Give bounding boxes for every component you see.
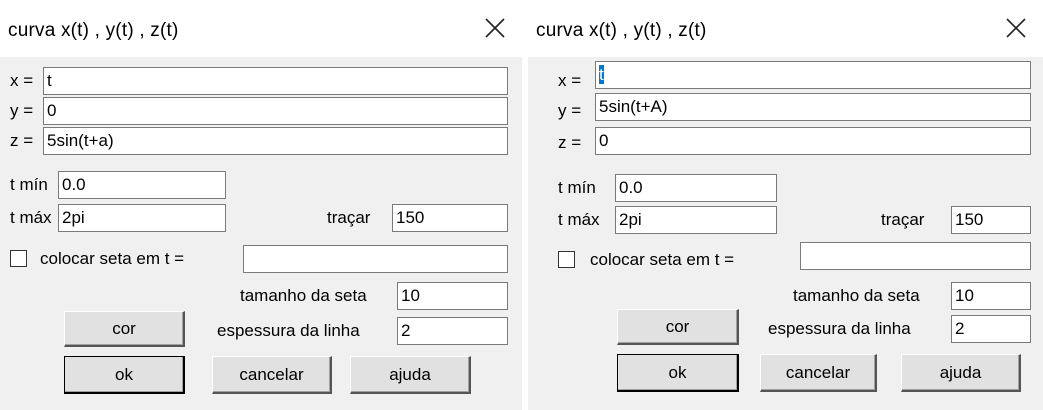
seta-t-input[interactable] xyxy=(800,242,1031,270)
tmax-label: t máx xyxy=(558,210,600,229)
espessura-label: espessura da linha xyxy=(768,319,911,338)
ok-button[interactable]: ok xyxy=(64,356,185,394)
dialog-body: x = t y = z = t mín t máx traçar colocar… xyxy=(528,57,1043,410)
cancelar-button[interactable]: cancelar xyxy=(760,354,877,392)
tamanho-input[interactable] xyxy=(397,282,508,310)
espessura-label: espessura da linha xyxy=(217,321,360,340)
cancelar-button[interactable]: cancelar xyxy=(212,356,332,394)
z-label: z = xyxy=(558,133,582,152)
tracar-input[interactable] xyxy=(951,206,1031,234)
tamanho-label: tamanho da seta xyxy=(793,286,920,305)
seta-checkbox[interactable] xyxy=(558,251,575,268)
tracar-input[interactable] xyxy=(392,204,508,232)
x-input[interactable]: t xyxy=(595,61,1031,89)
x-label: x = xyxy=(558,71,582,90)
y-input[interactable] xyxy=(595,93,1031,121)
close-icon[interactable] xyxy=(484,17,506,39)
x-label: x = xyxy=(10,71,34,90)
z-label: z = xyxy=(10,131,34,150)
y-label: y = xyxy=(558,101,582,120)
y-label: y = xyxy=(10,101,34,120)
tamanho-label: tamanho da seta xyxy=(240,286,367,305)
espessura-input[interactable] xyxy=(397,317,508,345)
close-icon[interactable] xyxy=(1005,17,1027,39)
ajuda-button[interactable]: ajuda xyxy=(901,354,1021,392)
y-input[interactable] xyxy=(43,97,508,125)
tmin-input[interactable] xyxy=(615,174,777,202)
x-input[interactable] xyxy=(43,67,508,95)
espessura-input[interactable] xyxy=(951,315,1031,343)
tmax-input[interactable] xyxy=(58,204,226,232)
z-input[interactable] xyxy=(43,127,508,155)
tracar-label: traçar xyxy=(327,208,371,227)
dialog-body: x = y = z = t mín t máx traçar colocar s… xyxy=(0,57,522,410)
z-input[interactable] xyxy=(595,127,1031,155)
cor-button[interactable]: cor xyxy=(64,311,185,347)
seta-checkbox[interactable] xyxy=(10,250,27,267)
tmin-input[interactable] xyxy=(58,171,226,199)
ajuda-button[interactable]: ajuda xyxy=(350,356,471,394)
title-bar: curva x(t) , y(t) , z(t) xyxy=(0,0,522,56)
tracar-label: traçar xyxy=(881,210,925,229)
dialog-title: curva x(t) , y(t) , z(t) xyxy=(8,20,179,41)
ok-button[interactable]: ok xyxy=(617,354,739,392)
seta-t-input[interactable] xyxy=(243,245,508,273)
curve-dialog-2: curva x(t) , y(t) , z(t) x = t y = z = t… xyxy=(528,0,1043,410)
tmax-label: t máx xyxy=(10,208,52,227)
tmax-input[interactable] xyxy=(615,206,777,234)
curve-dialog-1: curva x(t) , y(t) , z(t) x = y = z = t m… xyxy=(0,0,522,410)
tmin-label: t mín xyxy=(10,175,48,194)
cor-button[interactable]: cor xyxy=(617,309,739,345)
x-input-selected-text: t xyxy=(599,65,604,84)
tamanho-input[interactable] xyxy=(951,282,1031,310)
dialog-title: curva x(t) , y(t) , z(t) xyxy=(536,20,707,41)
seta-checkbox-label: colocar seta em t = xyxy=(40,249,185,268)
seta-checkbox-label: colocar seta em t = xyxy=(590,250,735,269)
tmin-label: t mín xyxy=(558,178,596,197)
title-bar: curva x(t) , y(t) , z(t) xyxy=(528,0,1043,56)
